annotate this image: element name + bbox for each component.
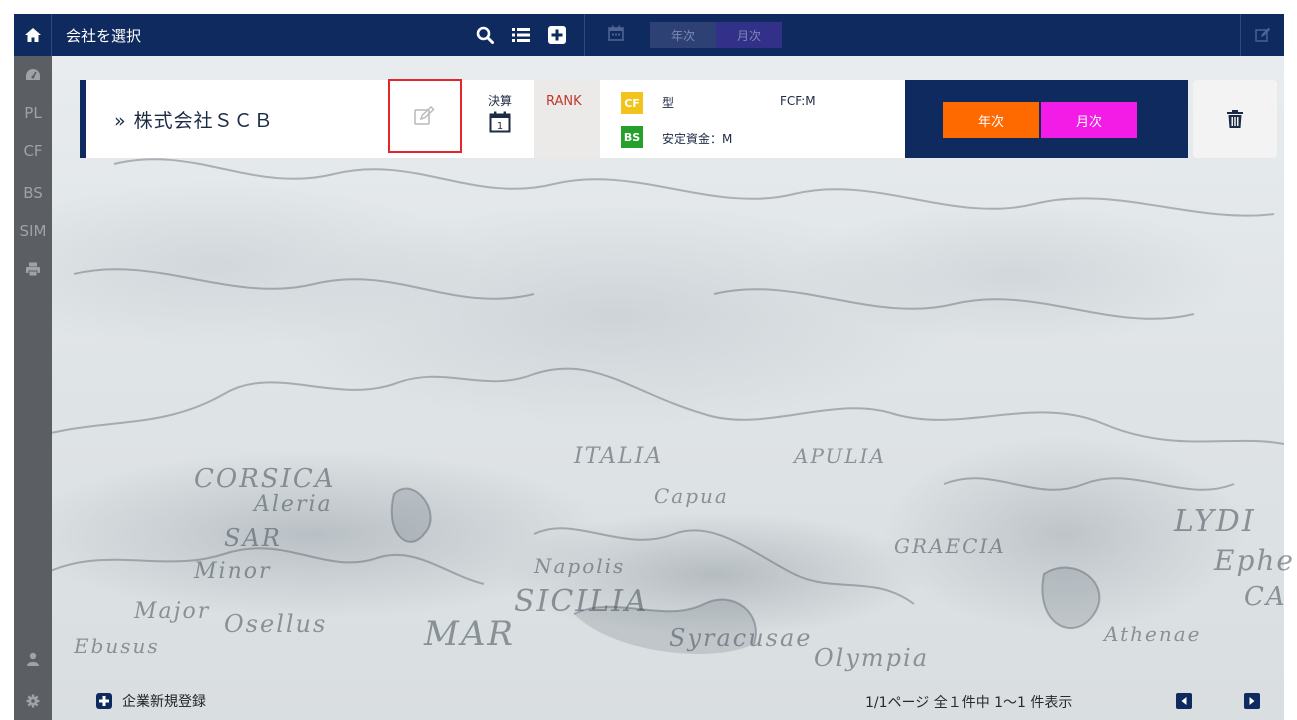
sidebar-item-cf[interactable]: CF <box>14 134 52 168</box>
map-label: CORSICA <box>194 464 336 494</box>
top-month-toggle[interactable]: 月次 <box>716 22 782 48</box>
add-company-link[interactable]: 企業新規登録 <box>96 691 206 711</box>
map-label: Athenae <box>1104 622 1202 646</box>
company-name-link[interactable]: » 株式会社ＳＣＢ <box>114 106 274 133</box>
rank-box: RANK <box>534 80 606 158</box>
type-box: CF BS 型 FCF:M 安定資金：M <box>600 80 905 158</box>
map-label: Ephe <box>1214 544 1295 577</box>
map-label: MAR <box>424 614 515 654</box>
map-label: Capua <box>654 484 729 508</box>
top-bar: 会社を選択 年次 月次 <box>14 14 1284 56</box>
list-button[interactable] <box>510 24 532 46</box>
add-button[interactable] <box>546 24 568 46</box>
next-page-button[interactable] <box>1244 693 1260 709</box>
user-icon <box>27 652 39 666</box>
top-edit-button[interactable] <box>1240 14 1284 56</box>
map-label: Aleria <box>254 492 333 517</box>
chevron-right-icon <box>1244 693 1260 709</box>
add-icon <box>548 26 566 44</box>
rank-label: RANK <box>546 94 582 109</box>
sidebar-item-pl[interactable]: PL <box>14 96 52 130</box>
map-label: GRAECIA <box>894 534 1006 558</box>
sidebar-user-button[interactable] <box>14 642 52 676</box>
dashboard-icon <box>26 69 40 80</box>
map-label: ITALIA <box>574 444 664 469</box>
annual-button[interactable]: 年次 <box>943 102 1039 138</box>
monthly-button[interactable]: 月次 <box>1041 102 1137 138</box>
map-label: APULIA <box>794 444 887 468</box>
pagination-status: 1/1ページ 全１件中 1～1 件表示 <box>865 695 1073 711</box>
home-button[interactable] <box>14 14 52 56</box>
sidebar-settings-button[interactable] <box>14 684 52 718</box>
map-label: CA <box>1244 582 1287 612</box>
company-info: » 株式会社ＳＣＢ 決算 1 RANK <box>80 79 606 158</box>
closing-label: 決算 <box>487 94 512 108</box>
cf-tag: CF <box>621 92 643 114</box>
prev-page-button[interactable] <box>1176 693 1192 709</box>
map-label: Napolis <box>534 554 626 578</box>
edit-icon <box>1254 27 1270 42</box>
company-card: » 株式会社ＳＣＢ 決算 1 RANK CF BS 型 FCF:M 安定資金：M <box>80 79 1277 158</box>
list-icon <box>512 28 530 42</box>
map-label: Ebusus <box>74 634 160 658</box>
page-title: 会社を選択 <box>66 27 142 45</box>
map-label: Minor <box>194 559 272 584</box>
print-icon <box>26 262 40 276</box>
top-toolbar <box>474 24 568 46</box>
map-label: SICILIA <box>514 584 649 619</box>
edit-company-button[interactable] <box>388 79 462 153</box>
delete-company-button[interactable] <box>1193 80 1277 158</box>
map-label: Olympia <box>814 644 930 672</box>
calendar-icon: 1 <box>489 111 511 133</box>
add-icon <box>96 693 112 709</box>
edit-icon <box>414 106 435 125</box>
stable-funds-label: 安定資金：M <box>662 132 733 146</box>
calendar-icon <box>608 25 624 41</box>
home-icon <box>24 28 41 42</box>
sidebar-item-print[interactable] <box>14 252 52 286</box>
type-label: 型 <box>662 96 675 110</box>
map-label: SAR <box>224 524 282 552</box>
map-label: Osellus <box>224 610 328 638</box>
left-sidebar: PL CF BS SIM <box>14 56 52 720</box>
search-icon <box>476 26 494 44</box>
fcf-label: FCF:M <box>780 94 816 108</box>
search-button[interactable] <box>474 24 496 46</box>
chevron-left-icon <box>1176 693 1192 709</box>
gear-icon <box>26 694 40 708</box>
map-label: Major <box>134 599 211 624</box>
toolbar-divider <box>584 14 585 56</box>
map-label: Syracusae <box>669 624 813 652</box>
closing-month-number: 1 <box>497 121 503 132</box>
sidebar-item-bs[interactable]: BS <box>14 176 52 210</box>
add-company-label: 企業新規登録 <box>122 694 206 710</box>
trash-icon <box>1227 110 1243 128</box>
sidebar-item-sim[interactable]: SIM <box>14 214 52 248</box>
calendar-button[interactable] <box>608 25 624 45</box>
bs-tag: BS <box>621 126 643 148</box>
map-label: LYDI <box>1174 504 1256 539</box>
view-buttons: 年次 月次 <box>905 80 1188 158</box>
closing-month: 決算 1 <box>482 92 518 137</box>
sidebar-item-dashboard[interactable] <box>14 58 52 92</box>
top-year-toggle[interactable]: 年次 <box>650 22 716 48</box>
